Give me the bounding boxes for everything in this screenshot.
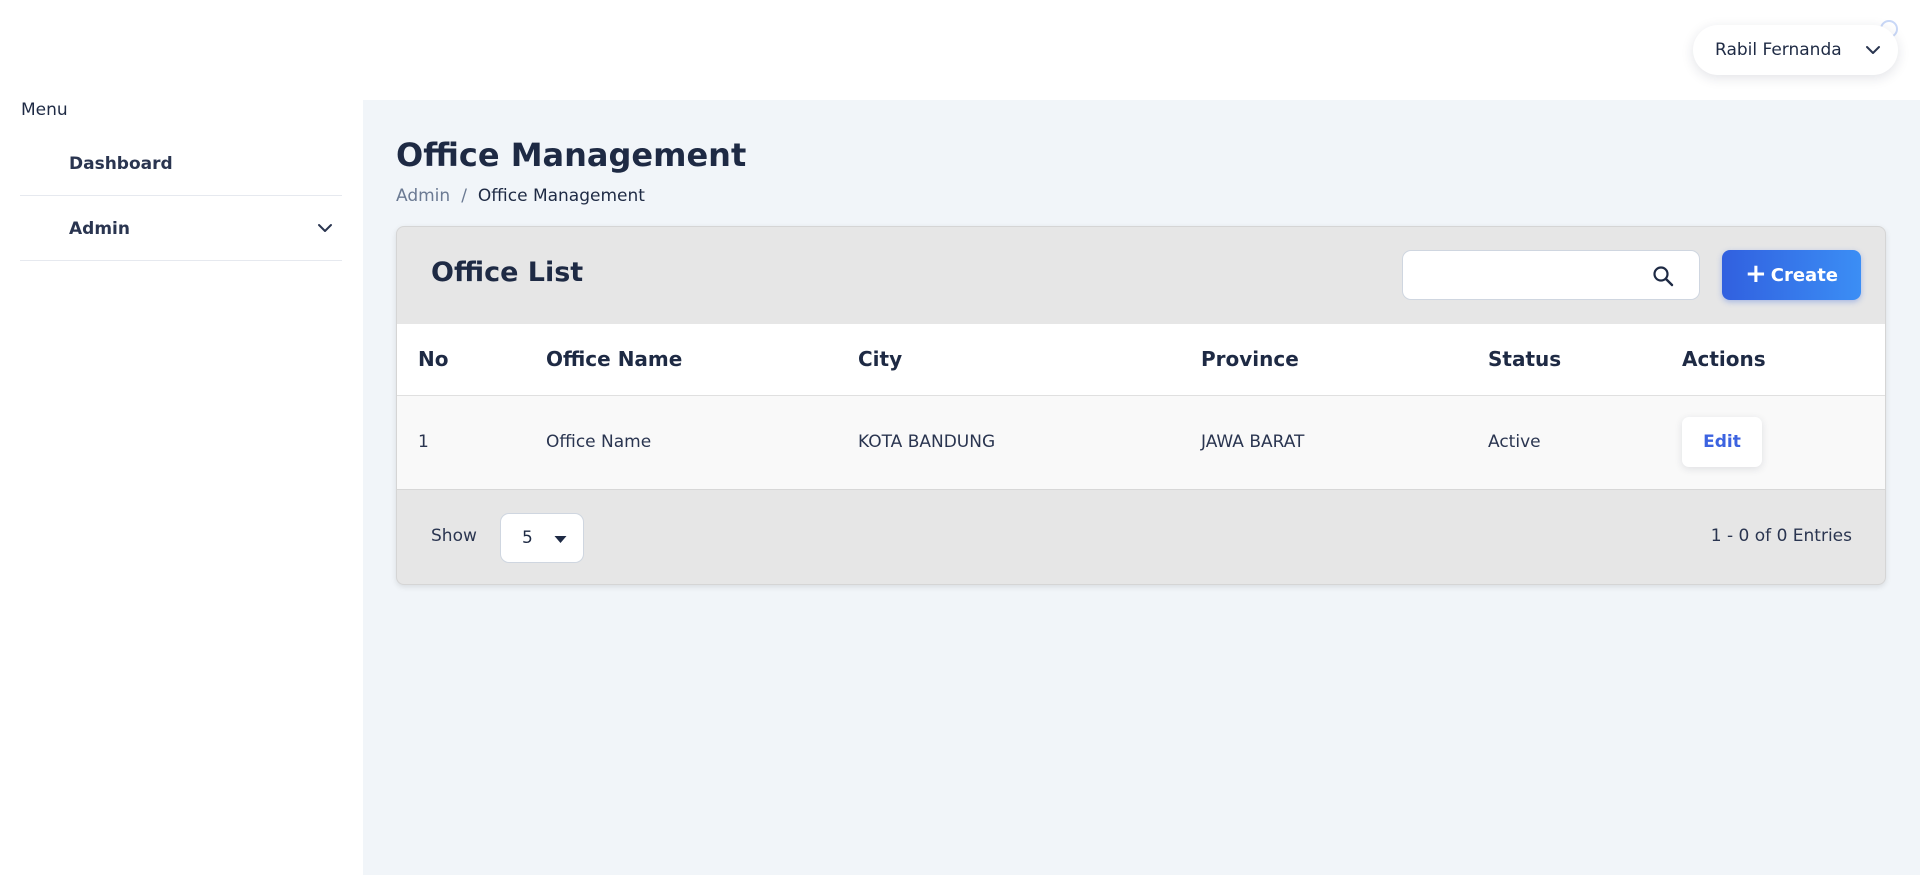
office-list-card: Office List + Create No Office Name City…: [396, 226, 1886, 585]
sidebar-item-label: Dashboard: [69, 153, 173, 174]
office-table: No Office Name City Province Status Acti…: [397, 324, 1885, 490]
show-label: Show: [431, 526, 477, 546]
breadcrumb-separator: /: [461, 186, 467, 206]
page-size-select[interactable]: 5: [500, 513, 584, 563]
cell-city: KOTA BANDUNG: [858, 395, 1201, 490]
menu-title: Menu: [21, 100, 68, 120]
cell-office-name: Office Name: [546, 395, 858, 490]
card-title: Office List: [431, 257, 584, 288]
user-name: Rabil Fernanda: [1715, 40, 1842, 60]
breadcrumb-link-admin[interactable]: Admin: [396, 186, 450, 206]
entries-summary: 1 - 0 of 0 Entries: [1710, 526, 1852, 546]
column-header-actions: Actions: [1682, 324, 1885, 396]
caret-down-icon: [554, 536, 567, 543]
top-bar: [363, 0, 1920, 100]
create-button-label: Create: [1770, 264, 1839, 286]
sidebar: Menu Dashboard Admin: [0, 0, 363, 875]
column-header-no: No: [397, 324, 546, 396]
chevron-down-icon: [318, 224, 332, 232]
table-header-row: No Office Name City Province Status Acti…: [397, 324, 1885, 396]
search-input[interactable]: [1417, 263, 1637, 289]
breadcrumb: Admin / Office Management: [396, 186, 645, 206]
user-menu-button[interactable]: Rabil Fernanda: [1693, 25, 1898, 75]
cell-actions: Edit: [1682, 395, 1885, 490]
page-size-value: 5: [522, 528, 533, 548]
sidebar-item-dashboard[interactable]: Dashboard: [20, 132, 342, 196]
column-header-province: Province: [1201, 324, 1488, 396]
cell-status: Active: [1488, 395, 1682, 490]
sidebar-item-label: Admin: [69, 218, 130, 239]
column-header-city: City: [858, 324, 1201, 396]
plus-icon: +: [1744, 259, 1767, 289]
main-content: Office Management Admin / Office Managem…: [363, 100, 1920, 875]
column-header-status: Status: [1488, 324, 1682, 396]
edit-button[interactable]: Edit: [1682, 417, 1762, 467]
cell-province: JAWA BARAT: [1201, 395, 1488, 490]
search-icon[interactable]: [1651, 264, 1675, 288]
chevron-down-icon: [1866, 46, 1880, 54]
column-header-office-name: Office Name: [546, 324, 858, 396]
create-button[interactable]: + Create: [1722, 250, 1861, 300]
breadcrumb-current: Office Management: [477, 186, 645, 206]
search-box: [1402, 250, 1700, 300]
page-title: Office Management: [396, 136, 747, 174]
cell-no: 1: [397, 395, 546, 490]
sidebar-item-admin[interactable]: Admin: [20, 197, 342, 261]
table-row: 1 Office Name KOTA BANDUNG JAWA BARAT Ac…: [397, 395, 1885, 490]
